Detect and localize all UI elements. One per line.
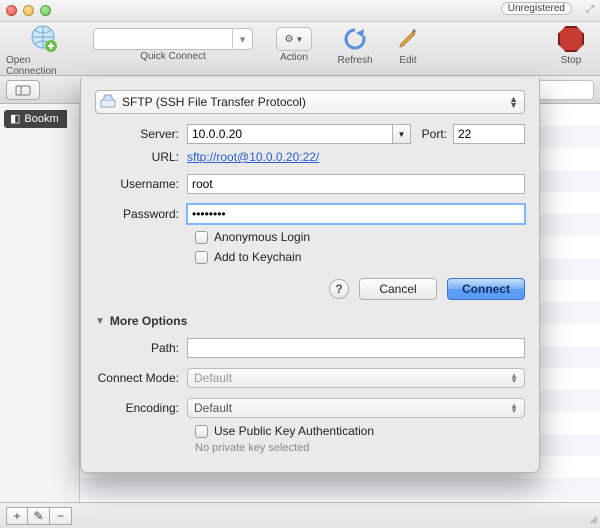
username-label: Username:: [95, 177, 187, 191]
refresh-icon: [340, 24, 370, 54]
chevron-down-icon[interactable]: ▾: [232, 29, 252, 49]
more-options-label: More Options: [110, 314, 187, 328]
password-label: Password:: [95, 207, 187, 221]
gear-dropdown[interactable]: ⚙ ▼: [276, 27, 312, 51]
encoding-value: Default: [194, 401, 232, 415]
updown-icon: ▲▼: [510, 373, 518, 383]
add-to-keychain-label: Add to Keychain: [214, 250, 301, 264]
edit-item-button[interactable]: ✎: [28, 507, 50, 525]
more-options-disclosure[interactable]: ▼ More Options: [95, 314, 525, 328]
encoding-label: Encoding:: [95, 401, 187, 415]
edit-label: Edit: [399, 55, 416, 66]
protocol-label: SFTP (SSH File Transfer Protocol): [122, 95, 306, 109]
refresh-button[interactable]: Refresh: [330, 24, 380, 66]
add-to-keychain-checkbox[interactable]: [195, 251, 208, 264]
fullscreen-icon[interactable]: ⤢: [586, 4, 594, 15]
stop-label: Stop: [561, 55, 582, 66]
encoding-popup[interactable]: Default ▲▼: [187, 398, 525, 418]
url-link[interactable]: sftp://root@10.0.0.20:22/: [187, 150, 319, 164]
bookmarks-tab-label: Bookm: [24, 110, 58, 128]
path-input[interactable]: [187, 338, 525, 358]
minimize-window-button[interactable]: [23, 5, 34, 16]
disclosure-triangle-icon: ▼: [95, 316, 105, 327]
anonymous-login-label: Anonymous Login: [214, 230, 310, 244]
stop-icon: [556, 24, 586, 54]
bookmark-icon: ◧: [10, 110, 20, 128]
pencil-icon: [393, 24, 423, 54]
public-key-auth-checkbox[interactable]: [195, 425, 208, 438]
titlebar: Unregistered ⤢: [0, 0, 600, 22]
unregistered-badge: Unregistered: [501, 2, 572, 15]
path-label: Path:: [95, 341, 187, 355]
sidebar: [0, 104, 80, 502]
port-label: Port:: [411, 127, 453, 141]
connect-mode-popup: Default ▲▼: [187, 368, 525, 388]
resize-grip[interactable]: ◢: [589, 514, 597, 525]
window-controls: [6, 5, 51, 16]
protocol-popup[interactable]: SFTP (SSH File Transfer Protocol) ▲▼: [95, 90, 525, 114]
url-label: URL:: [95, 150, 187, 164]
gear-icon: ⚙: [285, 34, 294, 45]
connect-button[interactable]: Connect: [447, 278, 525, 300]
bookmarks-tab[interactable]: ◧ Bookm: [4, 110, 67, 128]
connect-mode-label: Connect Mode:: [95, 371, 187, 385]
cancel-button[interactable]: Cancel: [359, 278, 437, 300]
toolbar: Open Connection ▾ Quick Connect ⚙ ▼ Acti…: [0, 22, 600, 76]
open-connection-label: Open Connection: [6, 55, 80, 77]
remove-button[interactable]: −: [50, 507, 72, 525]
stop-button[interactable]: Stop: [548, 24, 594, 66]
help-button[interactable]: ?: [329, 279, 349, 299]
connect-mode-value: Default: [194, 371, 232, 385]
public-key-auth-label: Use Public Key Authentication: [214, 424, 374, 438]
close-window-button[interactable]: [6, 5, 17, 16]
refresh-label: Refresh: [337, 55, 372, 66]
edit-button[interactable]: Edit: [388, 24, 428, 66]
updown-icon: ▲▼: [509, 96, 520, 108]
connection-sheet: SFTP (SSH File Transfer Protocol) ▲▼ Ser…: [80, 78, 540, 473]
action-label: Action: [280, 52, 308, 63]
anonymous-login-checkbox[interactable]: [195, 231, 208, 244]
quick-connect-label: Quick Connect: [140, 51, 206, 62]
port-input[interactable]: [453, 124, 525, 144]
open-connection-button[interactable]: Open Connection: [6, 24, 80, 77]
updown-icon: ▲▼: [510, 403, 518, 413]
quick-connect-group: ▾ Quick Connect: [88, 24, 258, 62]
password-input[interactable]: [187, 204, 525, 224]
server-label: Server:: [95, 127, 187, 141]
username-input[interactable]: [187, 174, 525, 194]
server-history-button[interactable]: ▼: [393, 124, 411, 144]
globe-add-icon: [28, 24, 58, 54]
action-button[interactable]: ⚙ ▼ Action: [266, 24, 322, 63]
add-button[interactable]: +: [6, 507, 28, 525]
quick-connect-combo[interactable]: ▾: [93, 28, 253, 50]
bookmarks-toggle-button[interactable]: [6, 80, 40, 100]
chevron-down-icon: ▼: [398, 130, 406, 139]
disk-icon: [100, 94, 116, 111]
bottom-toolbar: + ✎ −: [0, 502, 600, 528]
chevron-down-icon: ▼: [296, 35, 304, 44]
private-key-hint: No private key selected: [195, 442, 525, 454]
zoom-window-button[interactable]: [40, 5, 51, 16]
server-input[interactable]: [187, 124, 393, 144]
